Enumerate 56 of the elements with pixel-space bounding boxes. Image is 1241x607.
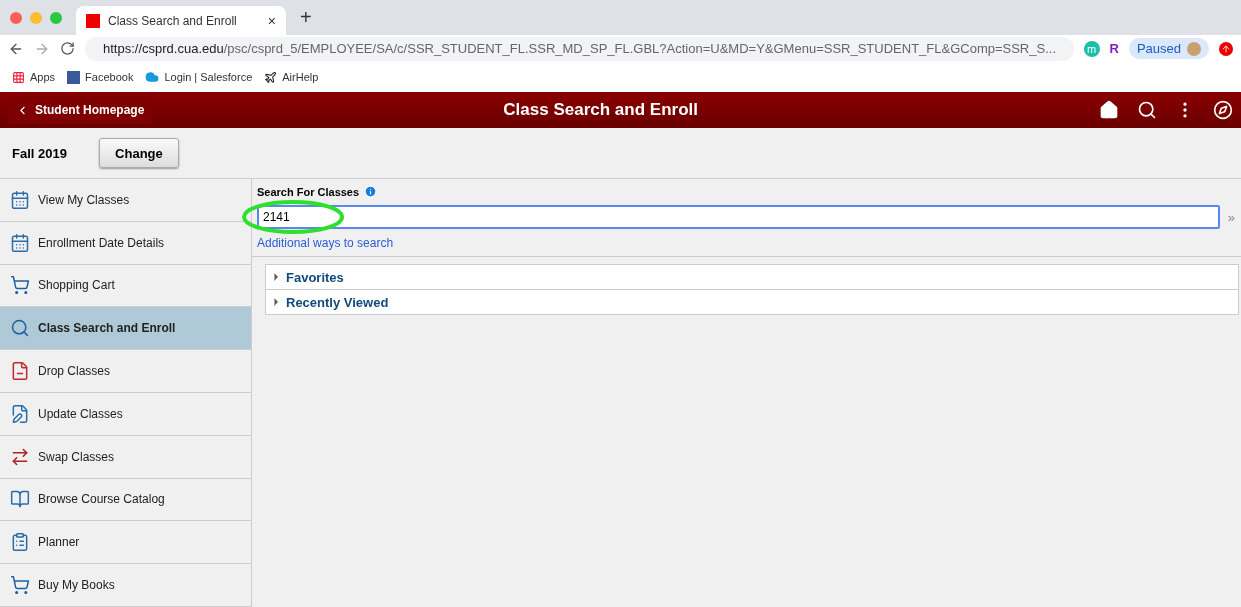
url-text: https://csprd.cua.edu/psc/csprd_5/EMPLOYEE/SA/c/SSR_STUDENT_FL.SSR_MD_SP_FL.GBL?Action=U&MD=Y&GMenu=SSR_STUDENT_FL&GComp=SSR_S... [103, 41, 1056, 56]
new-tab-button[interactable]: + [300, 6, 312, 29]
bookmark[interactable]: Facebook [67, 70, 134, 84]
home-icon[interactable] [1099, 100, 1119, 120]
r-extension-icon[interactable]: R [1109, 41, 1119, 56]
zoom-dot[interactable] [50, 11, 62, 24]
sidebar-label: Buy My Books [38, 578, 115, 593]
sidebar-item[interactable]: Class Search and Enroll [0, 307, 251, 351]
sidebar-label: Class Search and Enroll [38, 321, 176, 336]
cloud-icon [145, 70, 160, 84]
search-icon [10, 318, 30, 339]
cart-icon [10, 275, 30, 296]
sidebar-label: View My Classes [38, 192, 130, 207]
browser-tab[interactable]: Class Search and Enroll × [76, 6, 286, 35]
minimize-dot[interactable] [30, 11, 42, 24]
search-field[interactable]: 2141 [257, 205, 1220, 229]
info-icon[interactable] [364, 185, 378, 198]
term-label: Fall 2019 [12, 145, 67, 161]
search-icon[interactable] [1137, 100, 1157, 120]
additional-search-link[interactable]: Additional ways to search [257, 236, 1235, 250]
bookmark[interactable]: AirHelp [264, 70, 319, 84]
change-button[interactable]: Change [98, 138, 179, 168]
close-dot[interactable] [10, 11, 22, 24]
reload-icon[interactable] [60, 41, 75, 56]
cart-icon [10, 575, 30, 596]
sidebar-label: Drop Classes [38, 364, 111, 379]
bookmark[interactable]: Apps [12, 70, 56, 84]
field-label: Search For Classes [257, 185, 360, 198]
favicon-icon [86, 13, 100, 28]
update-icon[interactable] [1219, 41, 1233, 56]
planner-icon [10, 532, 30, 553]
sidebar-label: Planner [38, 535, 80, 550]
sidebar-label: Update Classes [38, 406, 123, 421]
back-button[interactable]: Student Homepage [8, 96, 153, 124]
document-pen-icon [10, 403, 30, 424]
grid-icon [12, 70, 25, 84]
page-title: Class Search and Enroll [503, 100, 698, 119]
book-icon [10, 489, 30, 510]
profile-button[interactable]: Paused [1128, 38, 1209, 59]
document-minus-icon [10, 361, 30, 382]
sidebar-label: Browse Course Catalog [38, 492, 165, 507]
sidebar-label: Enrollment Date Details [38, 235, 165, 250]
calendar-icon [10, 232, 30, 253]
collapsible-section[interactable]: Recently Viewed [265, 289, 1239, 315]
calendar-icon [10, 189, 30, 210]
swap-arrows-icon [10, 446, 30, 467]
bookmark[interactable]: Login | Salesforce [145, 70, 253, 84]
collapsible-section[interactable]: Favorites [265, 264, 1239, 290]
sidebar-label: Shopping Cart [38, 278, 115, 293]
avatar-icon [1187, 41, 1201, 56]
tab-close[interactable]: × [267, 12, 276, 29]
address-bar[interactable]: https://csprd.cua.edu/psc/csprd_5/EMPLOYEE/SA/c/SSR_STUDENT_FL.SSR_MD_SP_FL.GBL?Action=U&MD=Y&GMenu=SSR_STUDENT_FL&GComp=SSR_S... [85, 36, 1074, 61]
sidebar-label: Swap Classes [38, 449, 115, 464]
f-logo-icon [67, 70, 81, 84]
compass-icon[interactable] [1213, 100, 1233, 120]
plane-icon [264, 70, 278, 84]
